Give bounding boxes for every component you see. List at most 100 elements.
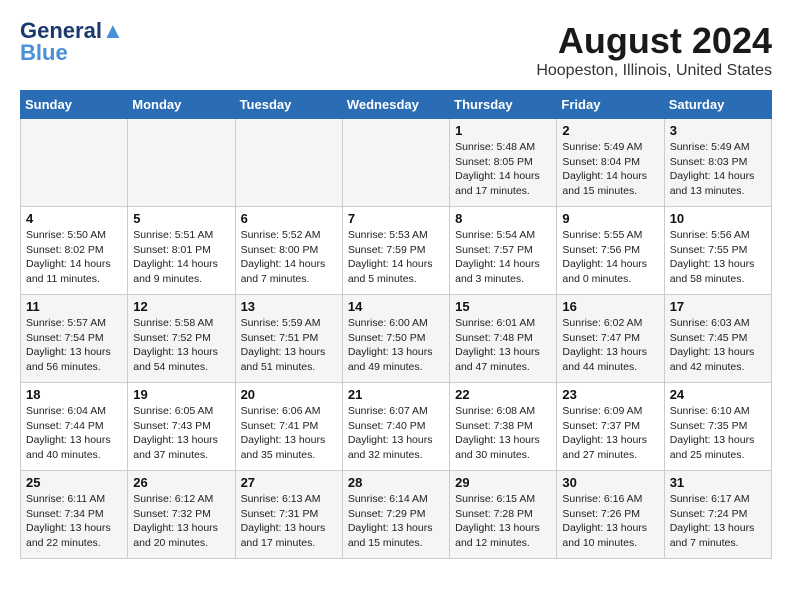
day-number: 30 — [562, 475, 658, 490]
calendar-cell: 25Sunrise: 6:11 AMSunset: 7:34 PMDayligh… — [21, 471, 128, 559]
column-header-friday: Friday — [557, 91, 664, 119]
day-number: 7 — [348, 211, 444, 226]
day-number: 13 — [241, 299, 337, 314]
calendar-cell — [342, 119, 449, 207]
day-number: 2 — [562, 123, 658, 138]
column-header-wednesday: Wednesday — [342, 91, 449, 119]
day-number: 6 — [241, 211, 337, 226]
calendar-cell — [21, 119, 128, 207]
calendar-cell: 24 Sunrise: 6:10 AMSunset: 7:35 PMDayligh… — [664, 383, 771, 471]
day-number: 12 — [133, 299, 229, 314]
calendar-cell: 5 Sunrise: 5:51 AMSunset: 8:01 PMDaylight… — [128, 207, 235, 295]
day-number: 25 — [26, 475, 122, 490]
day-info: Sunrise: 5:59 AMSunset: 7:51 PMDaylight:… — [241, 316, 337, 375]
day-info: Sunrise: 6:14 AMSunset: 7:29 PMDaylight:… — [348, 492, 444, 551]
day-info: Sunrise: 6:10 AMSunset: 7:35 PMDaylight:… — [670, 404, 766, 463]
day-number: 27 — [241, 475, 337, 490]
calendar-cell: 13 Sunrise: 5:59 AMSunset: 7:51 PMDayligh… — [235, 295, 342, 383]
calendar-cell: 18 Sunrise: 6:04 AMSunset: 7:44 PMDayligh… — [21, 383, 128, 471]
day-number: 28 — [348, 475, 444, 490]
day-info: Sunrise: 6:03 AMSunset: 7:45 PMDaylight:… — [670, 316, 766, 375]
day-number: 14 — [348, 299, 444, 314]
calendar-week-row: 4 Sunrise: 5:50 AMSunset: 8:02 PMDaylight… — [21, 207, 772, 295]
calendar-cell: 21Sunrise: 6:07 AMSunset: 7:40 PMDayligh… — [342, 383, 449, 471]
day-info: Sunrise: 5:50 AMSunset: 8:02 PMDaylight:… — [26, 228, 122, 287]
day-info: Sunrise: 5:49 AMSunset: 8:03 PMDaylight:… — [670, 140, 766, 199]
calendar-cell: 11 Sunrise: 5:57 AMSunset: 7:54 PMDayligh… — [21, 295, 128, 383]
day-number: 18 — [26, 387, 122, 402]
day-info: Sunrise: 6:07 AMSunset: 7:40 PMDaylight:… — [348, 404, 444, 463]
column-header-thursday: Thursday — [450, 91, 557, 119]
day-number: 19 — [133, 387, 229, 402]
day-info: Sunrise: 5:58 AMSunset: 7:52 PMDaylight:… — [133, 316, 229, 375]
day-info: Sunrise: 6:05 AMSunset: 7:43 PMDaylight:… — [133, 404, 229, 463]
calendar-cell: 16Sunrise: 6:02 AMSunset: 7:47 PMDayligh… — [557, 295, 664, 383]
calendar-cell: 28 Sunrise: 6:14 AMSunset: 7:29 PMDayligh… — [342, 471, 449, 559]
page-header: General▲ Blue August 2024 Hoopeston, Ill… — [20, 20, 772, 80]
day-number: 5 — [133, 211, 229, 226]
day-info: Sunrise: 6:13 AMSunset: 7:31 PMDaylight:… — [241, 492, 337, 551]
day-number: 29 — [455, 475, 551, 490]
day-info: Sunrise: 6:02 AMSunset: 7:47 PMDaylight:… — [562, 316, 658, 375]
calendar-cell: 22 Sunrise: 6:08 AMSunset: 7:38 PMDayligh… — [450, 383, 557, 471]
calendar-cell: 17 Sunrise: 6:03 AMSunset: 7:45 PMDayligh… — [664, 295, 771, 383]
calendar-cell: 27 Sunrise: 6:13 AMSunset: 7:31 PMDayligh… — [235, 471, 342, 559]
calendar-header-row: SundayMondayTuesdayWednesdayThursdayFrid… — [21, 91, 772, 119]
calendar-week-row: 1 Sunrise: 5:48 AMSunset: 8:05 PMDaylight… — [21, 119, 772, 207]
calendar-cell: 10Sunrise: 5:56 AMSunset: 7:55 PMDayligh… — [664, 207, 771, 295]
main-title: August 2024 — [536, 20, 772, 62]
calendar-cell: 23 Sunrise: 6:09 AMSunset: 7:37 PMDayligh… — [557, 383, 664, 471]
calendar-cell: 29 Sunrise: 6:15 AMSunset: 7:28 PMDayligh… — [450, 471, 557, 559]
calendar-cell: 1 Sunrise: 5:48 AMSunset: 8:05 PMDaylight… — [450, 119, 557, 207]
column-header-sunday: Sunday — [21, 91, 128, 119]
day-info: Sunrise: 5:48 AMSunset: 8:05 PMDaylight:… — [455, 140, 551, 199]
calendar-cell: 20 Sunrise: 6:06 AMSunset: 7:41 PMDayligh… — [235, 383, 342, 471]
calendar-week-row: 18 Sunrise: 6:04 AMSunset: 7:44 PMDayligh… — [21, 383, 772, 471]
day-info: Sunrise: 6:12 AMSunset: 7:32 PMDaylight:… — [133, 492, 229, 551]
day-info: Sunrise: 6:01 AMSunset: 7:48 PMDaylight:… — [455, 316, 551, 375]
day-info: Sunrise: 6:15 AMSunset: 7:28 PMDaylight:… — [455, 492, 551, 551]
calendar-cell: 8Sunrise: 5:54 AMSunset: 7:57 PMDaylight… — [450, 207, 557, 295]
day-number: 23 — [562, 387, 658, 402]
calendar-week-row: 25Sunrise: 6:11 AMSunset: 7:34 PMDayligh… — [21, 471, 772, 559]
logo-blue: Blue — [20, 42, 68, 64]
calendar-cell: 19 Sunrise: 6:05 AMSunset: 7:43 PMDayligh… — [128, 383, 235, 471]
day-number: 11 — [26, 299, 122, 314]
day-number: 22 — [455, 387, 551, 402]
day-info: Sunrise: 6:09 AMSunset: 7:37 PMDaylight:… — [562, 404, 658, 463]
day-info: Sunrise: 5:51 AMSunset: 8:01 PMDaylight:… — [133, 228, 229, 287]
day-info: Sunrise: 5:56 AMSunset: 7:55 PMDaylight:… — [670, 228, 766, 287]
calendar-cell: 26Sunrise: 6:12 AMSunset: 7:32 PMDayligh… — [128, 471, 235, 559]
day-number: 4 — [26, 211, 122, 226]
logo-bird-icon: ▲ — [102, 18, 124, 43]
calendar-table: SundayMondayTuesdayWednesdayThursdayFrid… — [20, 90, 772, 559]
day-info: Sunrise: 5:52 AMSunset: 8:00 PMDaylight:… — [241, 228, 337, 287]
calendar-cell: 9 Sunrise: 5:55 AMSunset: 7:56 PMDaylight… — [557, 207, 664, 295]
day-info: Sunrise: 6:08 AMSunset: 7:38 PMDaylight:… — [455, 404, 551, 463]
day-number: 20 — [241, 387, 337, 402]
calendar-cell: 31Sunrise: 6:17 AMSunset: 7:24 PMDayligh… — [664, 471, 771, 559]
calendar-cell: 12 Sunrise: 5:58 AMSunset: 7:52 PMDayligh… — [128, 295, 235, 383]
calendar-cell: 4 Sunrise: 5:50 AMSunset: 8:02 PMDaylight… — [21, 207, 128, 295]
day-info: Sunrise: 6:04 AMSunset: 7:44 PMDaylight:… — [26, 404, 122, 463]
calendar-week-row: 11 Sunrise: 5:57 AMSunset: 7:54 PMDayligh… — [21, 295, 772, 383]
day-number: 17 — [670, 299, 766, 314]
calendar-cell: 15 Sunrise: 6:01 AMSunset: 7:48 PMDayligh… — [450, 295, 557, 383]
logo: General▲ Blue — [20, 20, 124, 64]
day-info: Sunrise: 5:57 AMSunset: 7:54 PMDaylight:… — [26, 316, 122, 375]
day-number: 9 — [562, 211, 658, 226]
calendar-cell: 30 Sunrise: 6:16 AMSunset: 7:26 PMDayligh… — [557, 471, 664, 559]
title-section: August 2024 Hoopeston, Illinois, United … — [536, 20, 772, 80]
day-number: 1 — [455, 123, 551, 138]
subtitle: Hoopeston, Illinois, United States — [536, 62, 772, 80]
day-number: 3 — [670, 123, 766, 138]
day-info: Sunrise: 5:55 AMSunset: 7:56 PMDaylight:… — [562, 228, 658, 287]
day-info: Sunrise: 6:06 AMSunset: 7:41 PMDaylight:… — [241, 404, 337, 463]
calendar-cell: 2Sunrise: 5:49 AMSunset: 8:04 PMDaylight… — [557, 119, 664, 207]
day-info: Sunrise: 6:00 AMSunset: 7:50 PMDaylight:… — [348, 316, 444, 375]
day-info: Sunrise: 6:16 AMSunset: 7:26 PMDaylight:… — [562, 492, 658, 551]
day-info: Sunrise: 5:53 AMSunset: 7:59 PMDaylight:… — [348, 228, 444, 287]
calendar-cell: 6 Sunrise: 5:52 AMSunset: 8:00 PMDaylight… — [235, 207, 342, 295]
day-number: 15 — [455, 299, 551, 314]
day-number: 24 — [670, 387, 766, 402]
